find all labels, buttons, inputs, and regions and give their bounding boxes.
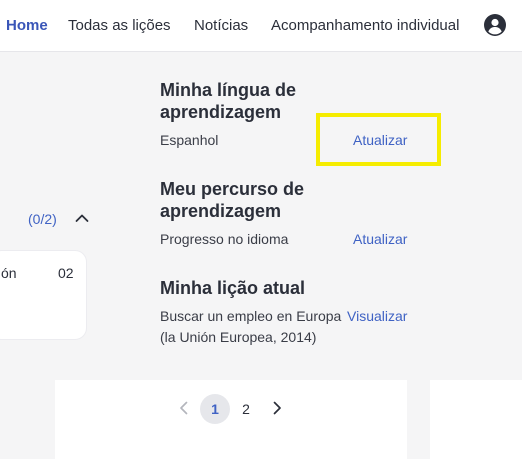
lesson-value: Buscar un empleo en Europa (la Unión Eur… bbox=[160, 308, 342, 345]
view-lesson-link[interactable]: Visualizar bbox=[347, 308, 407, 324]
nav-all-lessons[interactable]: Todas as lições bbox=[68, 17, 171, 34]
update-language-link[interactable]: Atualizar bbox=[353, 132, 407, 148]
chevron-up-icon[interactable] bbox=[74, 210, 90, 226]
nav-home[interactable]: Home bbox=[6, 17, 48, 34]
page-2-button[interactable]: 2 bbox=[231, 394, 261, 424]
lesson-section-title: Minha lição atual bbox=[160, 278, 306, 298]
user-circle-icon[interactable] bbox=[484, 14, 506, 36]
chevron-right-icon[interactable] bbox=[268, 399, 286, 417]
path-value: Progresso no idioma bbox=[160, 231, 289, 247]
page-1-button[interactable]: 1 bbox=[200, 394, 230, 424]
update-path-link[interactable]: Atualizar bbox=[353, 231, 407, 247]
top-navigation-bar: Home Todas as lições Notícias Acompanham… bbox=[0, 0, 522, 52]
card-number: 02 bbox=[58, 265, 74, 281]
chevron-left-icon[interactable] bbox=[175, 399, 193, 417]
content-panel bbox=[55, 380, 407, 459]
nav-news[interactable]: Notícias bbox=[194, 17, 248, 34]
path-section-title: Meu percurso de aprendizagem bbox=[160, 179, 305, 221]
lesson-card[interactable]: ón 02 bbox=[0, 250, 87, 340]
side-panel bbox=[430, 380, 522, 459]
nav-individual-tracking[interactable]: Acompanhamento individual bbox=[271, 17, 459, 34]
progress-count: (0/2) bbox=[28, 211, 57, 227]
language-section-title: Minha língua de aprendizagem bbox=[160, 80, 297, 122]
language-value: Espanhol bbox=[160, 132, 219, 148]
card-label: ón bbox=[1, 265, 17, 281]
